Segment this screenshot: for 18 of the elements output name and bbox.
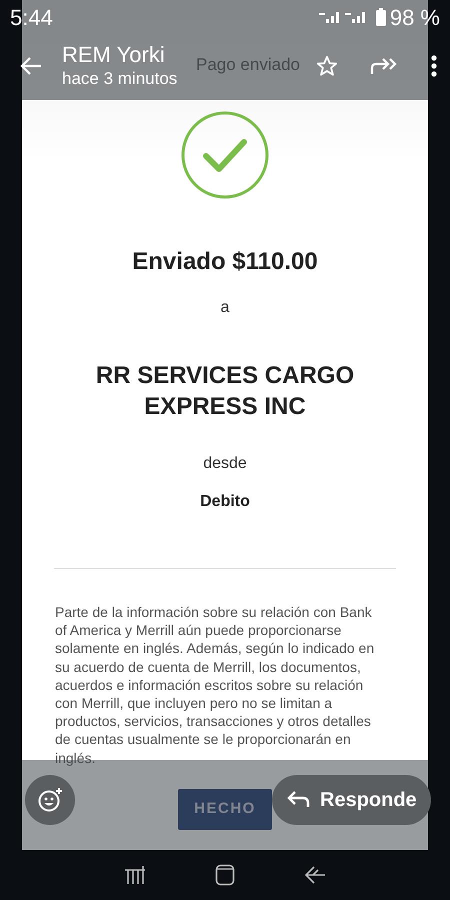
more-icon [430, 54, 438, 78]
check-circle-icon [180, 110, 270, 200]
recent-apps-icon[interactable] [124, 865, 146, 885]
contact-name: REM Yorki [62, 42, 166, 68]
home-icon[interactable] [214, 864, 235, 886]
battery-text: 98 % [390, 4, 440, 32]
back-icon[interactable] [304, 865, 326, 885]
reply-button[interactable]: Responde [272, 775, 431, 825]
account-name: Debito [199, 492, 251, 512]
battery-icon [376, 8, 386, 26]
amount-text: Enviado $110.00 [131, 247, 319, 277]
message-time: hace 3 minutos [62, 68, 178, 90]
reply-icon [286, 790, 310, 810]
screen-title: Pago enviado [196, 54, 300, 76]
source-label: desde [202, 454, 248, 474]
recipient-label: a [220, 298, 230, 318]
recipient-name: RR SERVICES CARGO EXPRESS INC [94, 361, 356, 422]
emoji-add-icon [37, 787, 63, 813]
